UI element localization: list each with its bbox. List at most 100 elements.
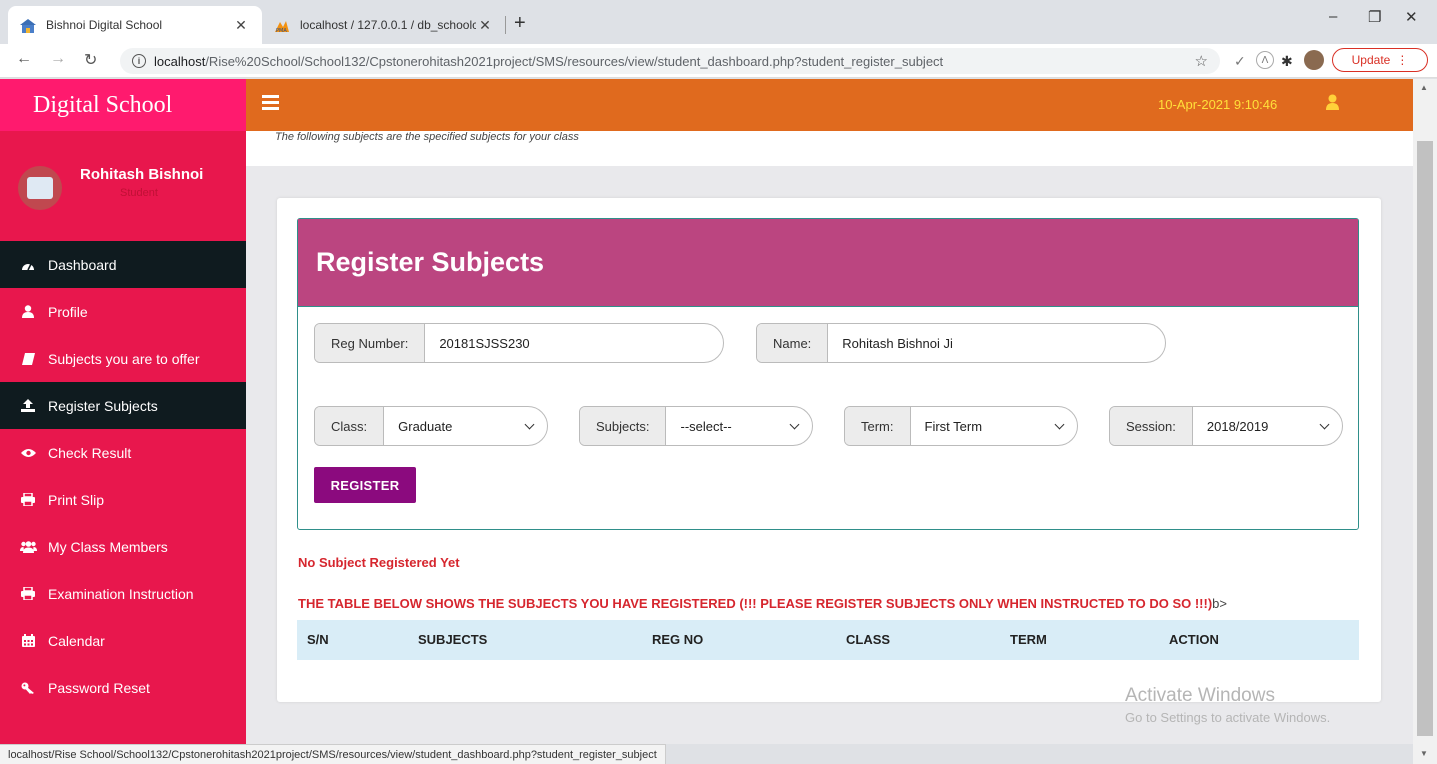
- user-menu-icon[interactable]: [1326, 94, 1339, 113]
- session-select[interactable]: 2018/2019: [1193, 407, 1342, 445]
- print-icon: [18, 587, 38, 600]
- subjects-select[interactable]: --select--: [666, 407, 812, 445]
- session-group: Session: 2018/2019: [1109, 406, 1343, 446]
- scroll-up-icon[interactable]: ▲: [1420, 83, 1428, 92]
- print-icon: [18, 493, 38, 506]
- sidebar-item-exam-instruction[interactable]: Examination Instruction: [0, 570, 246, 617]
- school-favicon-icon: [20, 17, 36, 33]
- table-note-text: THE TABLE BELOW SHOWS THE SUBJECTS YOU H…: [298, 596, 1213, 611]
- bookmark-star-icon[interactable]: ☆: [1195, 52, 1208, 70]
- sidebar-item-dashboard[interactable]: Dashboard: [0, 241, 246, 288]
- class-selected-value: Graduate: [398, 418, 453, 434]
- tachometer-icon: [18, 259, 38, 271]
- subjects-selected-value: --select--: [680, 418, 732, 434]
- sidebar: Digital School Rohitash Bishnoi Student …: [0, 79, 246, 744]
- tab-close-icon[interactable]: ✕: [476, 17, 494, 34]
- registered-subjects-table-header: S/N SUBJECTS REG NO CLASS TERM ACTION: [297, 620, 1359, 660]
- window-close-icon[interactable]: ✕: [1405, 8, 1418, 26]
- hamburger-menu-icon[interactable]: [262, 95, 279, 113]
- sidebar-item-label: Password Reset: [48, 679, 150, 696]
- term-label: Term:: [845, 407, 911, 445]
- tab-close-icon[interactable]: ✕: [232, 17, 250, 34]
- url-omnibox[interactable]: i localhost/Rise%20School/School132/Cpst…: [120, 48, 1220, 74]
- sidebar-item-label: Register Subjects: [48, 397, 158, 414]
- browser-tab-strip: Bishnoi Digital School ✕ PMA localhost /…: [0, 0, 1437, 44]
- user-name: Rohitash Bishnoi: [80, 166, 204, 183]
- column-header-class: CLASS: [846, 632, 891, 647]
- subjects-group: Subjects: --select--: [579, 406, 813, 446]
- reg-number-field[interactable]: 20181SJSS230: [425, 324, 723, 362]
- register-form-panel: Register Subjects Reg Number: 20181SJSS2…: [297, 218, 1359, 530]
- column-header-action: ACTION: [1169, 632, 1219, 647]
- watermark-line1: Activate Windows: [1125, 685, 1275, 706]
- register-button[interactable]: REGISTER: [314, 467, 416, 503]
- sidebar-item-calendar[interactable]: Calendar: [0, 617, 246, 664]
- term-select[interactable]: First Term: [911, 407, 1078, 445]
- scroll-down-icon[interactable]: ▼: [1420, 749, 1428, 758]
- user-role: Student: [120, 187, 158, 199]
- check-extension-icon[interactable]: ✓: [1234, 53, 1246, 70]
- chevron-down-icon: [789, 419, 800, 429]
- no-subject-message: No Subject Registered Yet: [298, 555, 460, 570]
- sidebar-item-label: My Class Members: [48, 538, 168, 555]
- users-icon: [18, 540, 38, 553]
- column-header-regno: REG NO: [652, 632, 704, 647]
- sidebar-item-password-reset[interactable]: Password Reset: [0, 664, 246, 711]
- key-icon: [18, 682, 38, 694]
- minimize-icon[interactable]: –: [1329, 8, 1337, 25]
- puzzle-extensions-icon[interactable]: ✱: [1281, 53, 1293, 70]
- reg-number-group: Reg Number: 20181SJSS230: [314, 323, 724, 363]
- chrome-update-button[interactable]: Update ⋮: [1332, 48, 1428, 72]
- browser-tab-inactive[interactable]: PMA localhost / 127.0.0.1 / db_schoolc ✕: [262, 6, 506, 44]
- sidebar-item-check-result[interactable]: Check Result: [0, 429, 246, 476]
- profile-avatar[interactable]: [1304, 50, 1324, 70]
- page-scrollbar[interactable]: ▲ ▼: [1413, 79, 1437, 764]
- user-icon: [18, 305, 38, 318]
- sidebar-item-register-subjects[interactable]: Register Subjects: [0, 382, 246, 429]
- restore-icon[interactable]: ❐: [1368, 8, 1381, 26]
- sidebar-item-label: Print Slip: [48, 491, 105, 508]
- sidebar-item-label: Profile: [48, 303, 88, 320]
- class-group: Class: Graduate: [314, 406, 548, 446]
- registered-table-note: THE TABLE BELOW SHOWS THE SUBJECTS YOU H…: [298, 596, 1227, 611]
- back-arrow-icon[interactable]: ←: [16, 50, 32, 68]
- subjects-label: Subjects:: [580, 407, 667, 445]
- site-info-icon[interactable]: i: [132, 54, 146, 68]
- term-group: Term: First Term: [844, 406, 1078, 446]
- new-tab-plus-icon[interactable]: +: [514, 12, 526, 35]
- sidebar-item-class-members[interactable]: My Class Members: [0, 523, 246, 570]
- book-icon: [18, 352, 38, 365]
- reg-number-label: Reg Number:: [315, 324, 426, 362]
- session-label: Session:: [1110, 407, 1193, 445]
- panel-title: Register Subjects: [298, 219, 1358, 307]
- update-label: Update: [1351, 53, 1391, 67]
- session-selected-value: 2018/2019: [1206, 418, 1269, 434]
- sidebar-item-label: Calendar: [48, 632, 105, 649]
- brand-title[interactable]: Digital School: [0, 79, 246, 131]
- sidebar-item-label: Subjects you are to offer: [48, 350, 200, 367]
- current-datetime: 10-Apr-2021 9:10:46: [1158, 97, 1278, 112]
- chevron-down-icon: [1054, 419, 1065, 429]
- register-subjects-card: Register Subjects Reg Number: 20181SJSS2…: [277, 198, 1381, 702]
- sidebar-menu: Dashboard Profile Subjects you are to of…: [0, 241, 246, 711]
- scroll-thumb[interactable]: [1417, 141, 1433, 736]
- sidebar-item-profile[interactable]: Profile: [0, 288, 246, 335]
- sidebar-item-label: Check Result: [48, 444, 132, 461]
- table-note-tail: b>: [1212, 596, 1227, 611]
- forward-arrow-icon[interactable]: →: [50, 50, 66, 68]
- activate-windows-watermark: Activate Windows Go to Settings to activ…: [1125, 685, 1330, 725]
- class-select[interactable]: Graduate: [384, 407, 547, 445]
- browser-address-bar: ← → ↻ i localhost/Rise%20School/School13…: [0, 44, 1437, 78]
- eye-icon: [18, 448, 38, 458]
- chevron-down-icon: [1319, 419, 1330, 429]
- name-group: Name: Rohitash Bishnoi Ji: [756, 323, 1166, 363]
- name-label: Name:: [757, 324, 829, 362]
- reload-icon[interactable]: ↻: [84, 50, 97, 70]
- sidebar-item-print-slip[interactable]: Print Slip: [0, 476, 246, 523]
- class-label: Class:: [315, 407, 385, 445]
- arc-extension-icon[interactable]: Λ: [1256, 51, 1274, 69]
- upload-icon: [18, 399, 38, 412]
- name-field[interactable]: Rohitash Bishnoi Ji: [828, 324, 1165, 362]
- sidebar-item-subjects-to-offer[interactable]: Subjects you are to offer: [0, 335, 246, 382]
- browser-tab-active[interactable]: Bishnoi Digital School ✕: [8, 6, 262, 44]
